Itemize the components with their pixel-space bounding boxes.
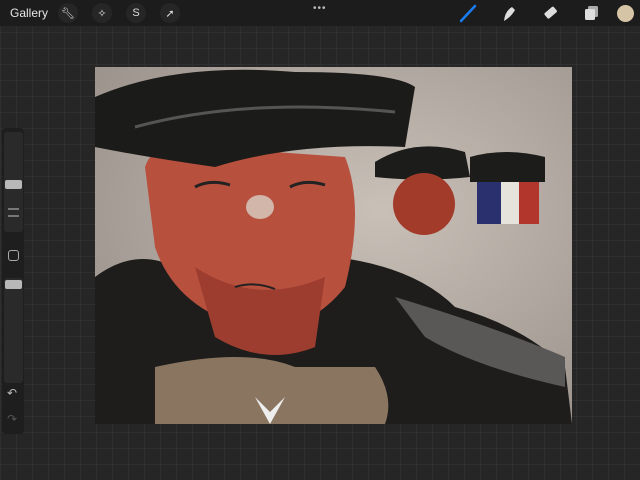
selection-icon[interactable]: S <box>126 3 147 23</box>
smudge-icon[interactable] <box>498 2 520 24</box>
brush-icon[interactable] <box>457 2 479 24</box>
eraser-icon[interactable] <box>539 2 561 24</box>
color-picker[interactable] <box>617 4 634 22</box>
more-menu[interactable]: ••• <box>313 3 327 14</box>
layers-icon[interactable] <box>580 2 602 24</box>
transform-icon[interactable]: ➚ <box>160 3 181 23</box>
gallery-button[interactable]: Gallery <box>10 6 48 20</box>
artwork <box>95 67 572 424</box>
opacity-slider[interactable] <box>4 278 23 383</box>
opacity-thumb[interactable] <box>5 280 22 289</box>
modify-button[interactable] <box>8 250 19 261</box>
brush-size-thumb[interactable] <box>5 180 22 189</box>
slider-handle-icon <box>8 208 19 217</box>
wrench-icon[interactable]: 🔧︎ <box>58 3 79 23</box>
drawing-canvas[interactable] <box>95 67 572 424</box>
sidebar: ↶ ↷ <box>2 128 24 434</box>
top-toolbar: Gallery 🔧︎ ✧ S ➚ ••• <box>0 0 640 26</box>
magic-wand-icon[interactable]: ✧ <box>92 3 113 23</box>
undo-icon[interactable]: ↶ <box>7 386 17 400</box>
redo-icon[interactable]: ↷ <box>7 412 17 426</box>
